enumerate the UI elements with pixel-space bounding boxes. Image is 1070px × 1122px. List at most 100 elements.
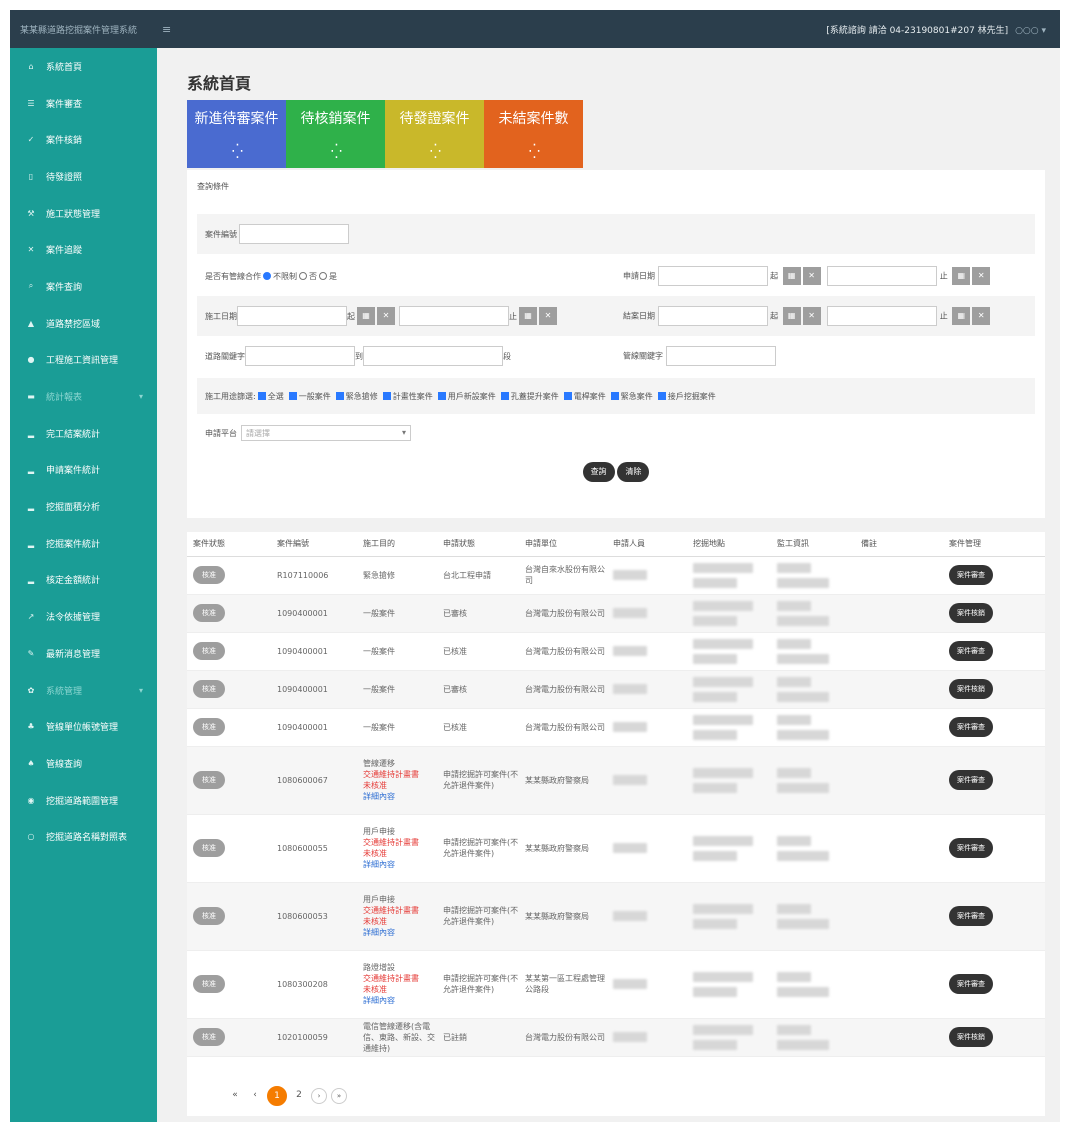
end-date-to[interactable] <box>827 306 938 326</box>
status-pill[interactable]: 核准 <box>193 718 225 736</box>
sidebar-item-0[interactable]: ⌂ 系統首頁 <box>10 48 157 85</box>
sidebar-item-8[interactable]: ● 工程施工資訊管理 <box>10 342 157 379</box>
last-page-icon[interactable]: » <box>331 1088 347 1104</box>
filter-checkbox-2[interactable] <box>335 392 344 400</box>
case-action-button[interactable]: 案件審查 <box>949 770 993 790</box>
sidebar-item-16[interactable]: ✎ 最新消息管理 <box>10 635 157 672</box>
case-action-button[interactable]: 案件審查 <box>949 641 993 661</box>
start-date-to[interactable] <box>399 306 509 326</box>
status-pill[interactable]: 核准 <box>193 975 225 993</box>
pipe-input[interactable] <box>665 346 776 366</box>
case-action-button[interactable]: 案件審查 <box>949 906 993 926</box>
column-header-6: 挖掘地點 <box>687 532 771 557</box>
status-pill[interactable]: 核准 <box>193 1028 225 1046</box>
sidebar-item-18[interactable]: ♣ 管線單位帳號管理 <box>10 708 157 745</box>
table-row: 核准 1080600067 管線遷移 交通維持計畫書 未核准 詳細內容 申請挖掘許可案件(不… <box>187 746 1045 815</box>
sidebar-item-6[interactable]: ⌕ 案件查詢 <box>10 268 157 305</box>
status-pill[interactable]: 核准 <box>193 642 225 660</box>
sidebar-item-9[interactable]: ▬ 統計報表 ▾ <box>10 378 157 415</box>
road-input-2[interactable] <box>363 346 503 366</box>
case-action-button[interactable]: 案件審查 <box>949 974 993 994</box>
calendar-icon[interactable]: ▦ <box>782 267 801 285</box>
filter-checkbox-8[interactable] <box>657 392 666 400</box>
calendar-icon[interactable]: ▦ <box>357 307 375 325</box>
end-date-from[interactable] <box>657 306 768 326</box>
case-action-button[interactable]: 案件核銷 <box>949 679 993 699</box>
filter-checkbox-7[interactable] <box>610 392 619 400</box>
summary-tile-3[interactable]: 未結案件數 ⁛ <box>484 100 583 168</box>
clear-icon[interactable]: ✕ <box>377 307 395 325</box>
clear-icon[interactable]: ✕ <box>972 267 991 285</box>
sidebar-item-5[interactable]: ✕ 案件追蹤 <box>10 231 157 268</box>
page-2[interactable]: 2 <box>291 1088 307 1104</box>
sidebar-item-10[interactable]: ▂ 完工結案統計 <box>10 415 157 452</box>
first-page-icon[interactable]: « <box>227 1088 243 1104</box>
next-page-icon[interactable]: › <box>311 1088 327 1104</box>
sidebar-item-17[interactable]: ✿ 系統管理 ▾ <box>10 672 157 709</box>
sidebar-item-20[interactable]: ◉ 挖掘道路範圍管理 <box>10 782 157 819</box>
summary-tile-1[interactable]: 待核銷案件 ⁛ <box>286 100 385 168</box>
status-pill[interactable]: 核准 <box>193 680 225 698</box>
case-action-button[interactable]: 案件核銷 <box>949 603 993 623</box>
search-button[interactable]: 查詢 <box>582 462 615 482</box>
status-pill[interactable]: 核准 <box>193 771 225 789</box>
sidebar-item-1[interactable]: ☰ 案件審查 <box>10 85 157 122</box>
clear-icon[interactable]: ✕ <box>972 307 991 325</box>
summary-tile-0[interactable]: 新進待審案件 ⁛ <box>187 100 286 168</box>
case-action-button[interactable]: 案件審查 <box>949 717 993 737</box>
filter-checkbox-1[interactable] <box>288 392 297 400</box>
calendar-icon[interactable]: ▦ <box>519 307 537 325</box>
case-action-button[interactable]: 案件審查 <box>949 565 993 585</box>
sidebar-item-11[interactable]: ▂ 申請案件統計 <box>10 452 157 489</box>
sidebar-item-2[interactable]: ✓ 案件核銷 <box>10 121 157 158</box>
sidebar-item-7[interactable]: ▲ 道路禁挖區域 <box>10 305 157 342</box>
road-input-1[interactable] <box>245 346 355 366</box>
prev-page-icon[interactable]: ‹ <box>247 1088 263 1104</box>
filter-checkbox-4[interactable] <box>437 392 446 400</box>
filter-label-1: 一般案件 <box>298 391 331 401</box>
case-action-button[interactable]: 案件核銷 <box>949 1027 993 1047</box>
platform-select[interactable]: 請選擇 ▾ <box>241 425 411 441</box>
sidebar-item-14[interactable]: ▂ 核定金額統計 <box>10 562 157 599</box>
apply-date-to[interactable] <box>827 266 938 286</box>
status-pill[interactable]: 核准 <box>193 566 225 584</box>
sidebar-item-15[interactable]: ↗ 法令依據管理 <box>10 598 157 635</box>
detail-link[interactable]: 詳細內容 <box>363 791 437 802</box>
detail-link[interactable]: 詳細內容 <box>363 995 437 1006</box>
page-current[interactable]: 1 <box>267 1086 287 1106</box>
start-date-from[interactable] <box>237 306 347 326</box>
merge-radio-no[interactable] <box>299 272 307 280</box>
case-action-button[interactable]: 案件審查 <box>949 838 993 858</box>
sidebar-item-3[interactable]: ▯ 待發證照 <box>10 158 157 195</box>
status-pill[interactable]: 核准 <box>193 604 225 622</box>
calendar-icon[interactable]: ▦ <box>952 307 971 325</box>
detail-link[interactable]: 詳細內容 <box>363 859 437 870</box>
sidebar-item-13[interactable]: ▂ 挖掘案件統計 <box>10 525 157 562</box>
clear-icon[interactable]: ✕ <box>802 307 821 325</box>
status-pill[interactable]: 核准 <box>193 907 225 925</box>
sidebar-item-12[interactable]: ▂ 挖掘面積分析 <box>10 488 157 525</box>
merge-radio-any[interactable] <box>263 272 271 280</box>
clear-icon[interactable]: ✕ <box>539 307 557 325</box>
case-no-input[interactable] <box>239 224 349 244</box>
reset-button[interactable]: 清除 <box>617 462 650 482</box>
summary-tile-2[interactable]: 待發證案件 ⁛ <box>385 100 484 168</box>
status-pill[interactable]: 核准 <box>193 839 225 857</box>
sidebar-item-19[interactable]: ♠ 管線查詢 <box>10 745 157 782</box>
calendar-icon[interactable]: ▦ <box>952 267 971 285</box>
user-menu[interactable]: ○○○ ▾ <box>1015 26 1046 36</box>
sidebar-item-4[interactable]: ⚒ 施工狀態管理 <box>10 195 157 232</box>
clear-icon[interactable]: ✕ <box>802 267 821 285</box>
filter-checkbox-0[interactable] <box>257 392 266 400</box>
hamburger-icon[interactable]: ≡ <box>162 23 171 36</box>
applicant-cell <box>607 746 687 815</box>
filter-checkbox-5[interactable] <box>500 392 509 400</box>
apply-date-from[interactable] <box>657 266 768 286</box>
merge-radio-yes[interactable] <box>319 272 327 280</box>
detail-link[interactable]: 詳細內容 <box>363 927 437 938</box>
redacted-block <box>777 850 829 861</box>
calendar-icon[interactable]: ▦ <box>782 307 801 325</box>
sidebar-item-21[interactable]: ○ 挖掘道路名稱對照表 <box>10 818 157 855</box>
filter-checkbox-6[interactable] <box>563 392 572 400</box>
filter-checkbox-3[interactable] <box>382 392 391 400</box>
